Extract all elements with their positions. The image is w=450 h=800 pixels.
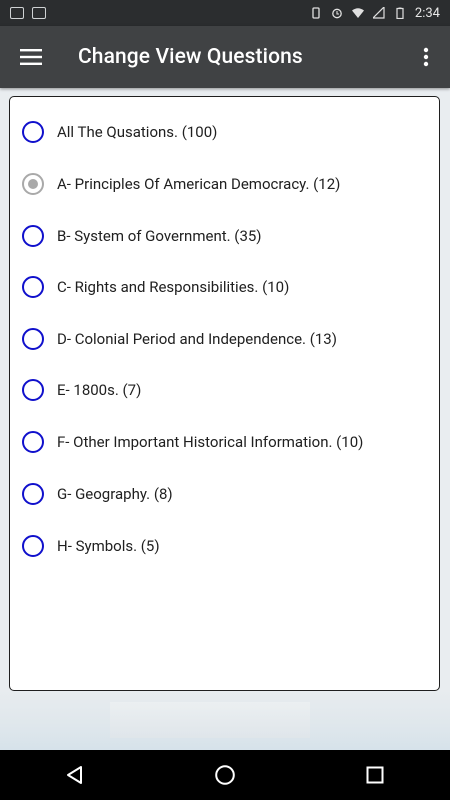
status-right-icons: 2:34 xyxy=(310,6,450,21)
app-bar: Change View Questions xyxy=(0,26,450,88)
wifi-icon xyxy=(351,8,364,18)
radio-button[interactable] xyxy=(22,121,44,143)
image-icon xyxy=(10,7,24,19)
vibrate-icon xyxy=(312,7,320,19)
overflow-menu-button[interactable] xyxy=(402,26,450,88)
signal-icon xyxy=(372,7,385,19)
radio-button[interactable] xyxy=(22,276,44,298)
option-label: All The Qusations. (100) xyxy=(57,123,218,141)
option-label: B- System of Government. (35) xyxy=(57,227,262,245)
option-f-history[interactable]: F- Other Important Historical Informatio… xyxy=(22,427,432,457)
option-all-questions[interactable]: All The Qusations. (100) xyxy=(22,117,432,147)
status-time: 2:34 xyxy=(414,5,440,21)
option-label: H- Symbols. (5) xyxy=(57,537,160,555)
recents-button[interactable] xyxy=(335,750,415,800)
option-label: G- Geography. (8) xyxy=(57,485,173,503)
background-building-shape xyxy=(110,702,310,738)
radio-button[interactable] xyxy=(22,225,44,247)
option-c-rights[interactable]: C- Rights and Responsibilities. (10) xyxy=(22,272,432,302)
battery-icon xyxy=(396,7,404,19)
radio-button[interactable] xyxy=(22,431,44,453)
home-button[interactable] xyxy=(185,750,265,800)
recents-square-icon xyxy=(366,766,384,784)
option-label: A- Principles Of American Democracy. (12… xyxy=(57,175,341,193)
back-triangle-icon xyxy=(67,766,82,784)
option-g-geography[interactable]: G- Geography. (8) xyxy=(22,479,432,509)
option-h-symbols[interactable]: H- Symbols. (5) xyxy=(22,531,432,561)
option-label: C- Rights and Responsibilities. (10) xyxy=(57,278,290,296)
option-label: D- Colonial Period and Independence. (13… xyxy=(57,330,337,348)
background-image xyxy=(0,690,450,750)
radio-button[interactable] xyxy=(22,483,44,505)
alarm-icon xyxy=(332,8,342,19)
option-b-system-of-government[interactable]: B- System of Government. (35) xyxy=(22,221,432,251)
back-button[interactable] xyxy=(35,750,115,800)
status-left-icons xyxy=(0,7,46,19)
menu-button[interactable] xyxy=(0,26,62,88)
question-group-card: All The Qusations. (100) A- Principles O… xyxy=(9,96,440,691)
page-title: Change View Questions xyxy=(78,45,303,69)
radio-button[interactable] xyxy=(22,379,44,401)
radio-button[interactable] xyxy=(22,535,44,557)
option-e-1800s[interactable]: E- 1800s. (7) xyxy=(22,375,432,405)
status-bar: 2:34 xyxy=(0,0,450,26)
option-a-principles[interactable]: A- Principles Of American Democracy. (12… xyxy=(22,169,432,199)
hamburger-menu-icon xyxy=(20,49,42,65)
home-circle-icon xyxy=(215,765,235,785)
system-nav-bar xyxy=(0,750,450,800)
more-vert-icon xyxy=(423,47,429,67)
option-d-colonial[interactable]: D- Colonial Period and Independence. (13… xyxy=(22,324,432,354)
option-label: F- Other Important Historical Informatio… xyxy=(57,433,364,451)
photo-icon xyxy=(32,7,46,19)
option-label: E- 1800s. (7) xyxy=(57,381,142,399)
radio-button-checked[interactable] xyxy=(22,173,44,195)
radio-button[interactable] xyxy=(22,328,44,350)
